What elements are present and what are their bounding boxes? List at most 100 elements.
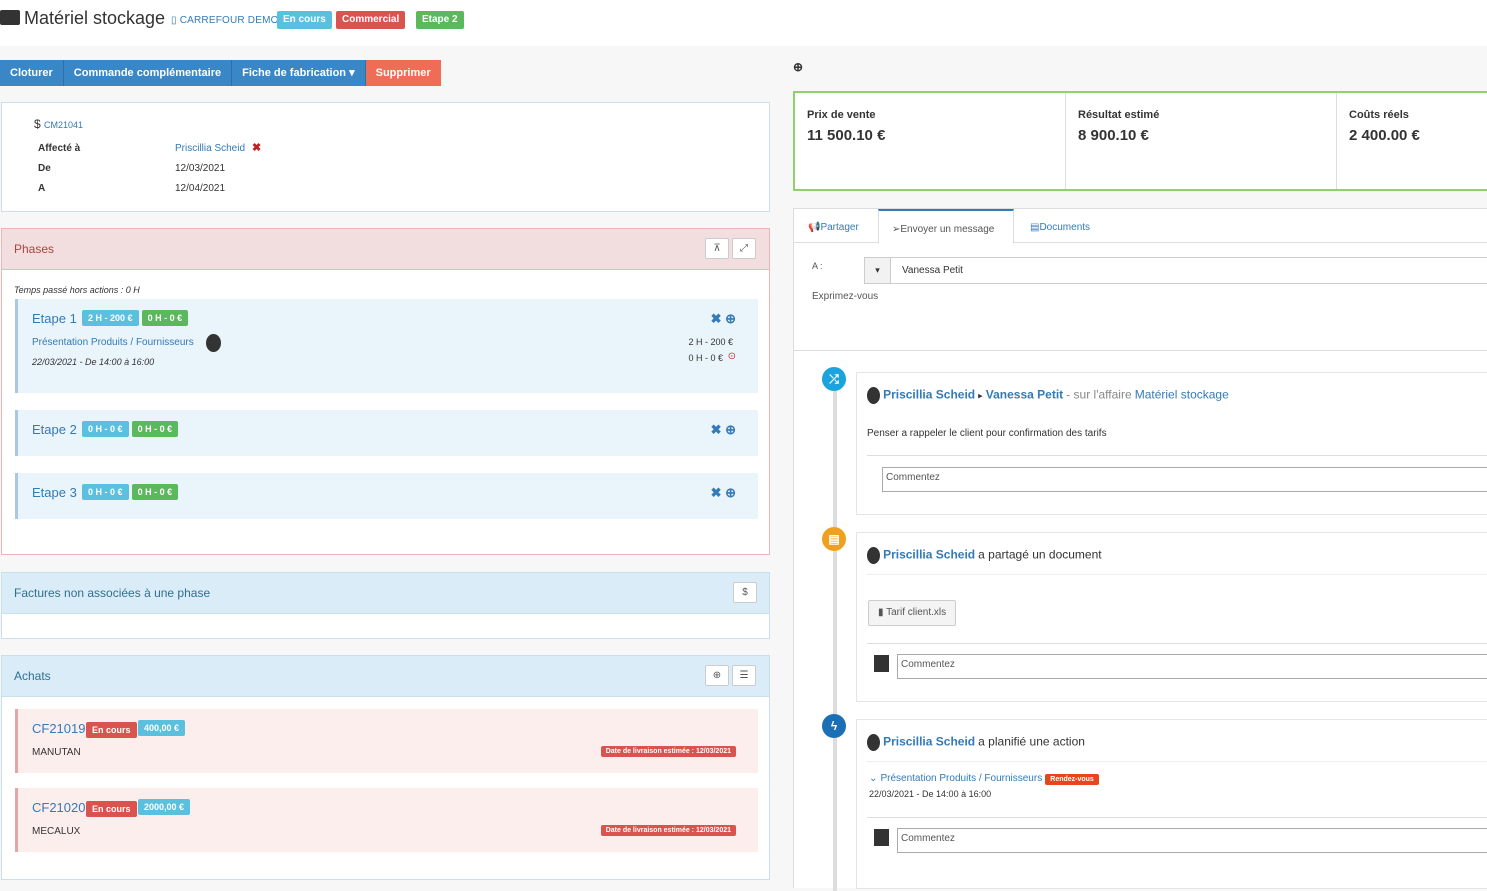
tab-envoyer-message[interactable]: ➢Envoyer un message [878, 209, 1014, 244]
achat-item[interactable]: CF21020 En cours 2000,00 € MECALUX Date … [15, 788, 758, 852]
entry-action: a partagé un document [978, 547, 1102, 562]
phase-name[interactable]: Etape 3 [32, 485, 77, 500]
recipient-select[interactable]: ▾ Vanessa Petit [864, 257, 1487, 284]
kpi-prix-vente: Prix de vente 11 500.10 € [795, 93, 1066, 189]
phases-title: Phases [2, 229, 769, 270]
divider [867, 574, 1487, 575]
chevron-down-icon[interactable]: ⌄ [869, 773, 877, 784]
activity-feed: 📢Partager ➢Envoyer un message ▤Documents… [793, 208, 1487, 891]
kpi-value: 11 500.10 € [807, 127, 886, 144]
add-circle-icon[interactable]: ⊕ [705, 665, 729, 686]
assigned-user-link[interactable]: Priscillia Scheid [175, 143, 245, 154]
time-outside-actions: Temps passé hors actions : 0 H [14, 285, 140, 295]
dollar-icon: $ [34, 117, 41, 131]
kpi-panel: Prix de vente 11 500.10 € Résultat estim… [793, 91, 1487, 191]
task-link[interactable]: Présentation Produits / Fournisseurs [32, 337, 194, 348]
supprimer-button[interactable]: Supprimer [365, 60, 441, 86]
kpi-value: 2 400.00 € [1349, 127, 1420, 144]
achat-amount-badge: 2000,00 € [138, 799, 191, 815]
phase-etape-3: Etape 3 0 H - 0 € 0 H - 0 € ✖ ⊕ [15, 473, 758, 519]
type-badge: Commercial [336, 11, 406, 29]
stop-icon[interactable]: ⊙ [728, 351, 736, 362]
dollar-button[interactable]: $ [733, 582, 757, 603]
entry-context: - sur l'affaire [1066, 387, 1132, 402]
achat-supplier: MECALUX [32, 826, 81, 837]
phase-etape-1: Etape 1 2 H - 200 € 0 H - 0 € Présentati… [15, 299, 758, 393]
comment-input[interactable]: Commentez [897, 828, 1487, 853]
remove-assignee-icon[interactable]: ✖ [252, 141, 261, 154]
reference-link[interactable]: CM21041 [44, 120, 83, 130]
stage-badge: Etape 2 [416, 11, 464, 29]
add-icon[interactable]: ⊕ [725, 485, 736, 500]
tab-label: Envoyer un message [900, 224, 995, 235]
feed-entry-action: Priscillia Scheid a planifié une action … [856, 719, 1487, 889]
tab-documents[interactable]: ▤Documents [1030, 209, 1090, 243]
comment-input[interactable]: Commentez [897, 654, 1487, 679]
message-textarea[interactable]: Exprimez-vous [812, 291, 878, 302]
task-link[interactable]: Présentation Produits / Fournisseurs [880, 773, 1042, 784]
kpi-label: Coûts réels [1349, 109, 1409, 121]
achat-status-badge: En cours [86, 801, 137, 817]
delivery-date-badge: Date de livraison estimée : 12/03/2021 [600, 825, 736, 836]
recipient-link[interactable]: Vanessa Petit [986, 387, 1063, 401]
expand-icon[interactable]: ⤢ [732, 238, 756, 259]
add-icon[interactable]: ⊕ [725, 311, 736, 326]
kpi-label: Résultat estimé [1078, 109, 1160, 121]
avatar [874, 829, 889, 846]
avatar [206, 334, 221, 352]
achat-item[interactable]: CF21019 En cours 400,00 € MANUTAN Date d… [15, 709, 758, 773]
achats-panel: Achats ⊕ ☰ CF21019 En cours 400,00 € MAN… [1, 655, 770, 880]
avatar [867, 734, 880, 751]
phase-actual-badge: 0 H - 0 € [131, 421, 179, 437]
page-title: Matériel stockage [24, 8, 166, 28]
commande-complementaire-button[interactable]: Commande complémentaire [63, 60, 233, 86]
phase-etape-2: Etape 2 0 H - 0 € 0 H - 0 € ✖ ⊕ [15, 410, 758, 456]
timeline-line [833, 371, 837, 891]
task-line: ⌄ Présentation Produits / Fournisseurs R… [869, 772, 1099, 785]
client-link[interactable]: ▯ CARREFOUR DEMO [171, 15, 279, 26]
achat-ref[interactable]: CF21020 [32, 800, 85, 815]
phase-planned-badge: 0 H - 0 € [82, 421, 129, 437]
document-button[interactable]: ▮ Tarif client.xls [868, 600, 957, 626]
phase-actions: ✖ ⊕ [711, 422, 736, 438]
phase-tags: 0 H - 0 € 0 H - 0 € [82, 484, 179, 500]
entry-header: Priscillia Scheid a planifié une action [867, 734, 1085, 751]
affaire-link[interactable]: Matériel stockage [1135, 387, 1229, 401]
phase-name[interactable]: Etape 1 [32, 311, 77, 326]
factures-panel: Factures non associées à une phase $ [1, 572, 770, 639]
add-icon[interactable]: ⊕ [725, 422, 736, 437]
delete-icon[interactable]: ✖ [711, 311, 722, 326]
kpi-resultat-estime: Résultat estimé 8 900.10 € [1066, 93, 1337, 189]
author-link[interactable]: Priscillia Scheid [883, 547, 975, 561]
info-box: $ CM21041 Affecté à Priscillia Scheid ✖ … [1, 102, 770, 212]
add-widget-icon[interactable]: ⊕ [793, 60, 803, 74]
file-icon: ▮ [878, 607, 884, 618]
avatar [867, 547, 880, 564]
recipient-value: Vanessa Petit [902, 265, 963, 276]
list-icon[interactable]: ☰ [732, 665, 756, 686]
task-date: 22/03/2021 - De 14:00 à 16:00 [32, 357, 155, 367]
delete-icon[interactable]: ✖ [711, 485, 722, 500]
caret-down-icon[interactable]: ▾ [865, 258, 891, 283]
sitemap-icon[interactable]: ⊼ [705, 238, 729, 259]
phase-name[interactable]: Etape 2 [32, 422, 77, 437]
to-label: A [38, 183, 46, 194]
delete-icon[interactable]: ✖ [711, 422, 722, 437]
caret-right-icon: ▸ [978, 390, 983, 401]
tab-partager[interactable]: 📢Partager [808, 209, 859, 243]
cloturer-button[interactable]: Cloturer [0, 60, 64, 86]
from-label: De [38, 163, 51, 174]
author-link[interactable]: Priscillia Scheid [883, 387, 975, 401]
to-label: A : [812, 261, 823, 271]
author-link[interactable]: Priscillia Scheid [883, 734, 975, 748]
client-name[interactable]: CARREFOUR DEMO [180, 15, 279, 26]
comment-input[interactable]: Commentez [882, 467, 1487, 492]
entry-message: Penser a rappeler le client pour confirm… [867, 428, 1107, 439]
fiche-fabrication-dropdown[interactable]: Fiche de fabrication ▾ [232, 60, 366, 86]
achats-title: Achats [2, 656, 769, 697]
feed-tabs: 📢Partager ➢Envoyer un message ▤Documents [794, 209, 1487, 244]
briefcase-icon [0, 10, 20, 25]
from-date: 12/03/2021 [175, 163, 226, 174]
achat-ref[interactable]: CF21019 [32, 721, 85, 736]
entry-header: Priscillia Scheid a partagé un document [867, 547, 1102, 564]
